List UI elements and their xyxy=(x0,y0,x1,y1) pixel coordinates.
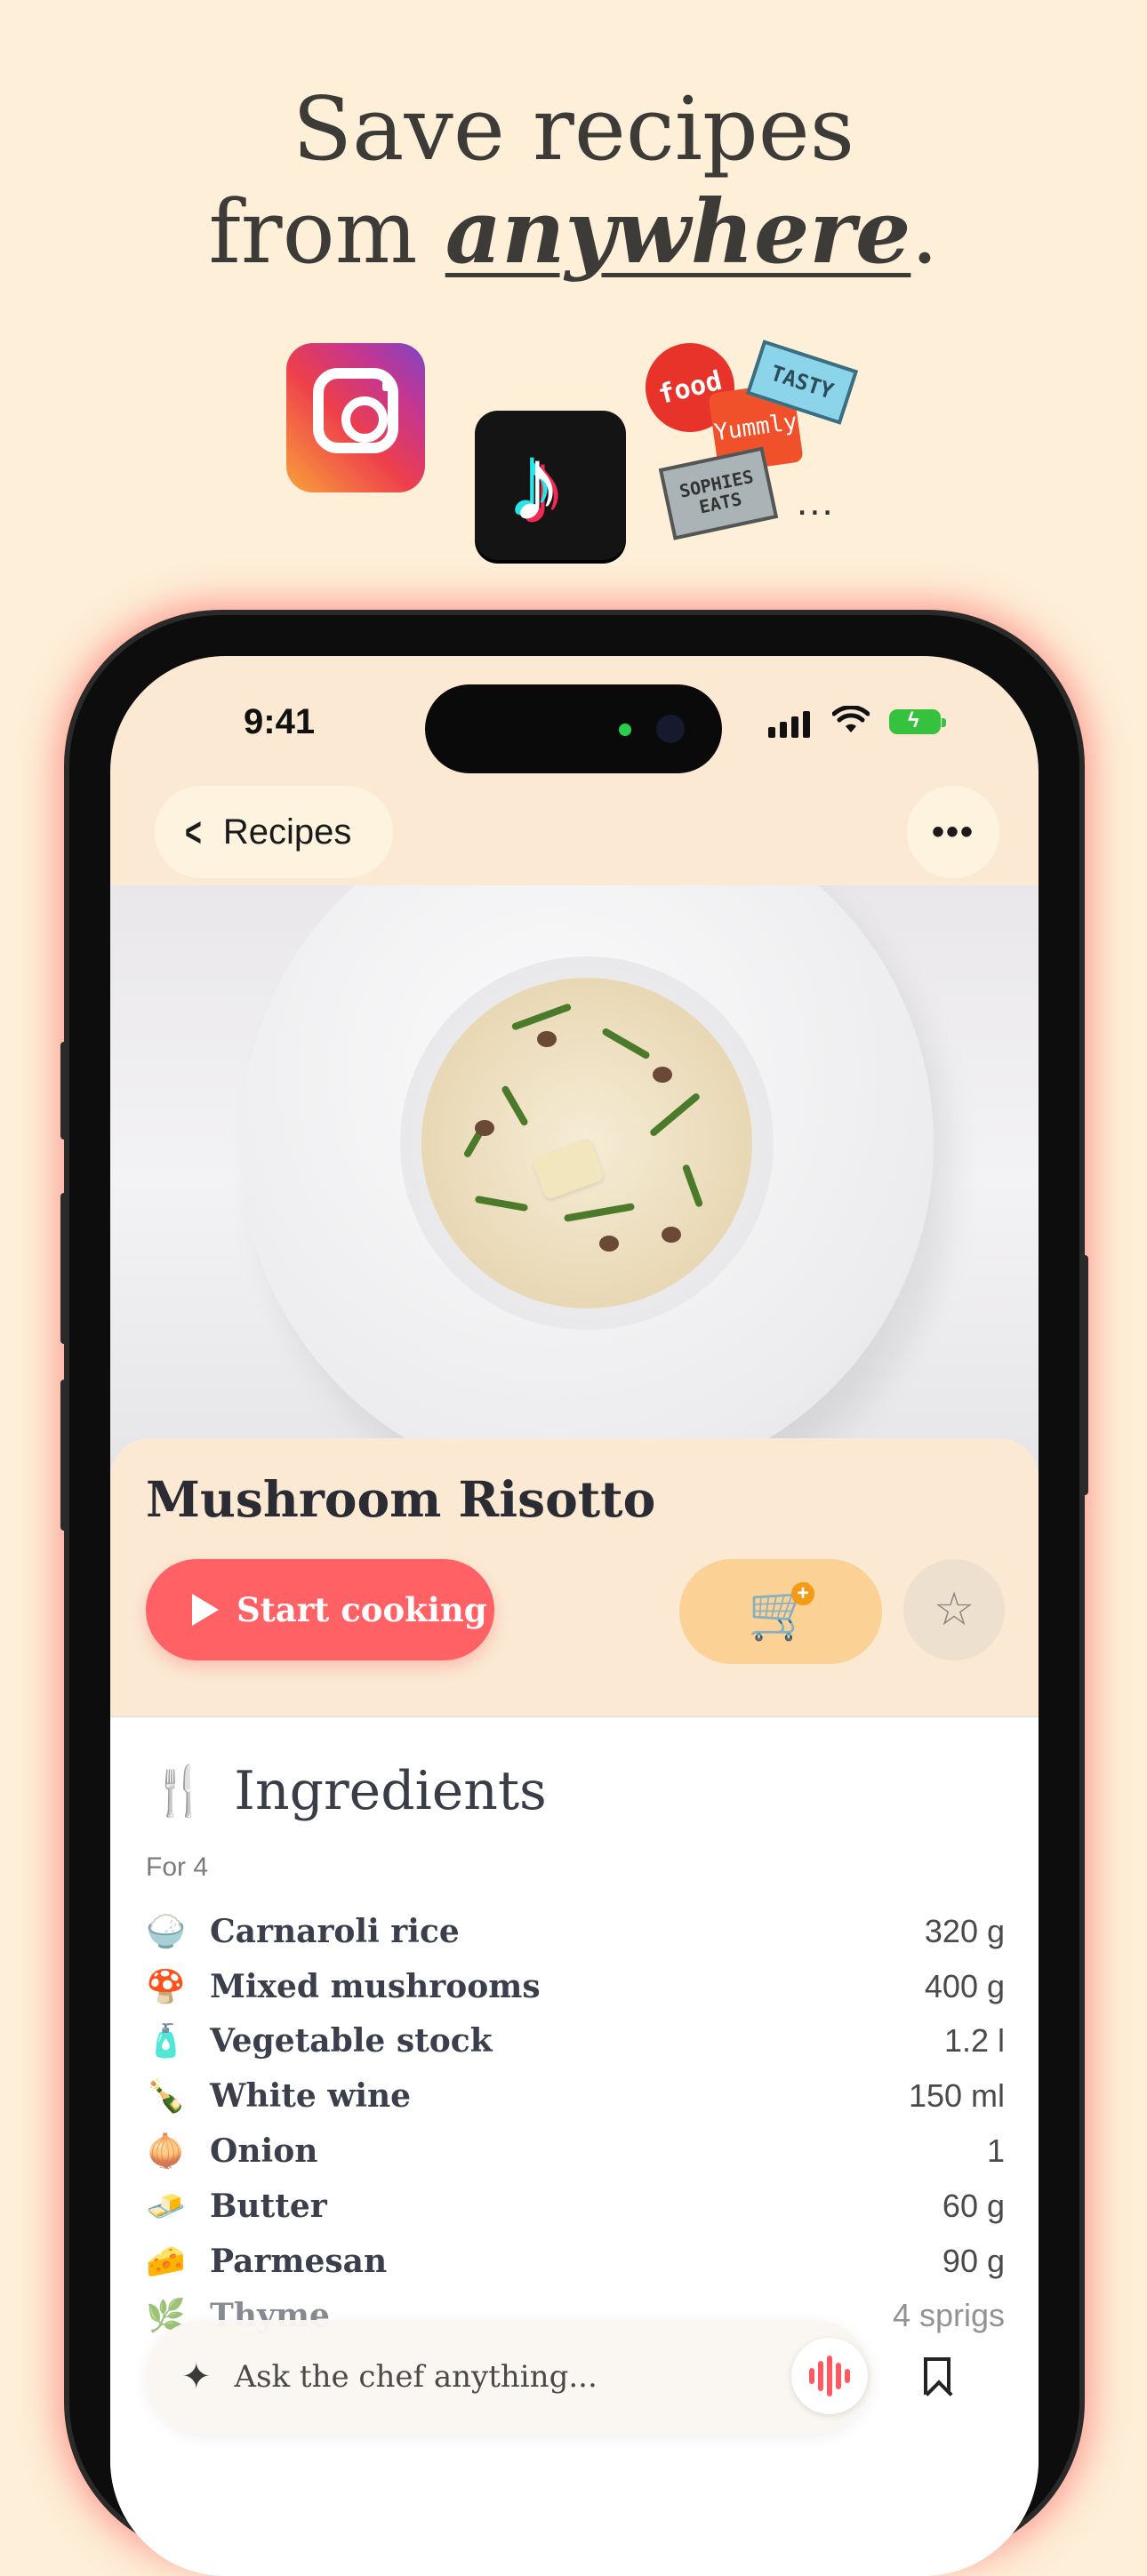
wifi-icon xyxy=(831,705,870,742)
ask-chef-input[interactable]: ✦ Ask the chef anything... xyxy=(146,2320,871,2434)
ingredient-row: 🧴 Vegetable stock 1.2 l xyxy=(146,2014,1005,2069)
chevron-left-icon: < xyxy=(185,809,202,855)
start-cooking-label: Start cooking xyxy=(237,1590,487,1629)
ingredient-quantity: 90 g xyxy=(942,2242,1005,2279)
instagram-icon xyxy=(286,343,425,492)
ingredient-quantity: 4 sprigs xyxy=(892,2297,1005,2334)
recipe-photo xyxy=(110,885,1039,1472)
onion-icon: 🧅 xyxy=(146,2132,186,2170)
ingredient-quantity: 400 g xyxy=(924,1967,1005,2004)
ingredient-quantity: 150 ml xyxy=(908,2077,1005,2115)
front-camera xyxy=(656,715,685,743)
ingredient-quantity: 320 g xyxy=(924,1912,1005,1949)
ingredient-row: 🧅 Onion 1 xyxy=(146,2124,1005,2179)
ingredient-name: Onion xyxy=(210,2132,318,2171)
add-to-cart-button[interactable]: 🛒 + xyxy=(679,1559,882,1664)
voice-input-button[interactable] xyxy=(791,2338,868,2414)
rice-icon: 🍚 xyxy=(146,1912,186,1949)
ingredient-quantity: 60 g xyxy=(942,2187,1005,2224)
ingredients-heading: 🍴 Ingredients xyxy=(149,1760,547,1822)
privacy-indicator xyxy=(619,724,631,736)
headline-prefix: from xyxy=(208,182,445,284)
ingredient-row: 🍄 Mixed mushrooms 400 g xyxy=(146,1959,1005,2014)
ingredient-name: Mixed mushrooms xyxy=(210,1967,541,2005)
tiktok-note: ♪ xyxy=(510,426,563,543)
recipe-title: Mushroom Risotto xyxy=(146,1470,656,1528)
sparkles-icon: ✦ xyxy=(181,2357,212,2396)
headline-emphasis: anywhere xyxy=(445,181,911,284)
phone-power-button xyxy=(1081,1255,1088,1495)
ingredient-quantity: 1 xyxy=(986,2132,1005,2170)
ingredient-name: White wine xyxy=(210,2077,412,2116)
phone-volume-up xyxy=(60,1193,68,1344)
bookmark-button[interactable] xyxy=(910,2345,964,2407)
stock-bottle-icon: 🧴 xyxy=(146,2022,186,2060)
headline-line-2: from anywhere. xyxy=(0,181,1147,284)
more-sources: ... xyxy=(797,480,835,524)
dynamic-island xyxy=(425,684,722,773)
instagram-dot xyxy=(382,379,395,391)
ingredients-title: Ingredients xyxy=(234,1760,547,1822)
start-cooking-button[interactable]: Start cooking xyxy=(146,1559,494,1660)
ingredient-list: 🍚 Carnaroli rice 320 g 🍄 Mixed mushrooms… xyxy=(146,1904,1005,2343)
plus-badge-icon: + xyxy=(791,1581,814,1605)
fork-knife-icon: 🍴 xyxy=(149,1764,210,1818)
mushroom-icon: 🍄 xyxy=(146,1967,186,2004)
ingredient-row: 🍾 White wine 150 ml xyxy=(146,2068,1005,2124)
battery-charging-icon: ϟ xyxy=(889,708,946,734)
ingredient-row: 🍚 Carnaroli rice 320 g xyxy=(146,1904,1005,1959)
ingredient-row: 🧀 Parmesan 90 g xyxy=(146,2234,1005,2289)
ingredient-name: Butter xyxy=(210,2187,327,2225)
sophies-eats-icon: SOPHIES EATS xyxy=(658,446,779,540)
app-screen: 9:41 ϟ < Recipes ••• Mushroom Risotto St… xyxy=(110,656,1039,2576)
more-options-button[interactable]: ••• xyxy=(907,786,999,878)
servings-label: For 4 xyxy=(146,1852,209,1882)
phone-frame: 9:41 ϟ < Recipes ••• Mushroom Risotto St… xyxy=(60,615,1088,2576)
cheese-icon: 🧀 xyxy=(146,2242,186,2279)
wine-bottle-icon: 🍾 xyxy=(146,2077,186,2115)
plate xyxy=(240,885,934,1472)
status-bar: 9:41 ϟ xyxy=(110,656,1039,780)
phone-volume-down xyxy=(60,1380,68,1531)
signal-icon xyxy=(768,711,810,738)
favorite-button[interactable]: ☆ xyxy=(903,1559,1005,1660)
play-icon xyxy=(192,1594,219,1626)
phone-action-button xyxy=(60,1042,68,1140)
headline-suffix: . xyxy=(910,182,939,284)
butter-icon: 🧈 xyxy=(146,2187,186,2224)
ingredient-name: Vegetable stock xyxy=(210,2022,493,2060)
ingredient-name: Parmesan xyxy=(210,2242,388,2280)
star-icon: ☆ xyxy=(933,1584,975,1636)
tiktok-icon: ♪ xyxy=(475,411,626,560)
status-time: 9:41 xyxy=(244,702,316,741)
ingredient-quantity: 1.2 l xyxy=(943,2022,1005,2060)
bookmark-icon xyxy=(924,2357,950,2395)
ingredient-name: Carnaroli rice xyxy=(210,1912,460,1950)
recipe-header-card: Mushroom Risotto Start cooking 🛒 + ☆ xyxy=(110,1438,1039,1723)
back-button-label: Recipes xyxy=(222,812,352,852)
ingredient-row: 🧈 Butter 60 g xyxy=(146,2179,1005,2234)
headline-line-1: Save recipes xyxy=(292,79,855,180)
ingredients-section: 🍴 Ingredients For 4 🍚 Carnaroli rice 320… xyxy=(110,1716,1039,2576)
ask-chef-placeholder: Ask the chef anything... xyxy=(234,2359,598,2395)
back-button[interactable]: < Recipes xyxy=(155,786,393,878)
headline: Save recipes from anywhere. xyxy=(0,78,1147,284)
